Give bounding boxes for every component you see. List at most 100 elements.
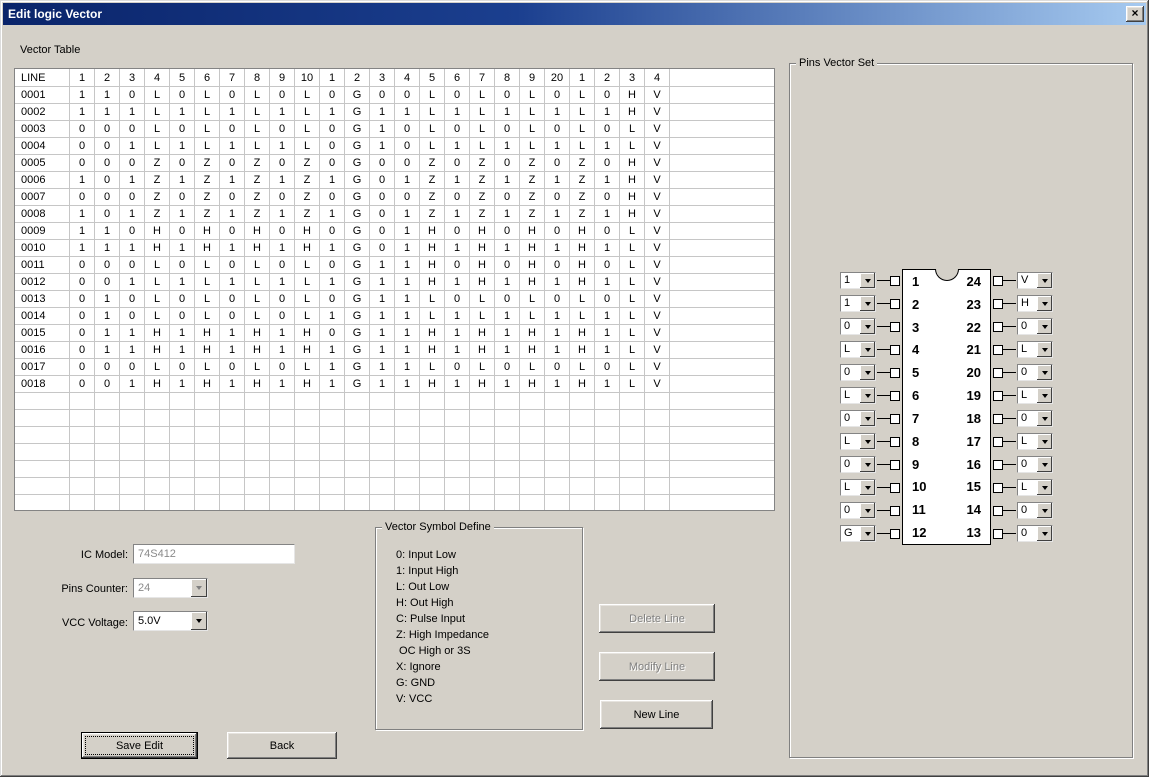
vector-cell[interactable]: H xyxy=(620,189,645,206)
chevron-down-icon[interactable] xyxy=(191,612,207,630)
vector-cell[interactable]: H xyxy=(520,274,545,291)
vector-cell[interactable]: 0 xyxy=(170,87,195,104)
empty-table-row[interactable] xyxy=(15,410,774,427)
vector-cell[interactable]: H xyxy=(195,342,220,359)
vector-cell[interactable]: 0 xyxy=(220,308,245,325)
table-row[interactable]: 0015011H1H1H1H0G11H1H1H1H1LV xyxy=(15,325,774,342)
vector-cell[interactable]: 1 xyxy=(595,274,620,291)
vector-cell[interactable]: 1 xyxy=(70,104,95,121)
vector-cell[interactable]: 0 xyxy=(595,257,620,274)
vector-cell[interactable]: H xyxy=(570,240,595,257)
pin-combobox-right[interactable]: V xyxy=(1017,272,1053,289)
vector-table-body[interactable]: 0001110L0L0L0L0G00L0L0L0L0HV0002111L1L1L… xyxy=(15,87,774,512)
vector-cell[interactable]: 0 xyxy=(370,206,395,223)
vector-cell[interactable]: 1 xyxy=(545,172,570,189)
vector-cell[interactable]: G xyxy=(345,206,370,223)
vector-cell[interactable]: H xyxy=(420,325,445,342)
vector-cell[interactable]: 0 xyxy=(370,189,395,206)
chevron-down-icon[interactable] xyxy=(860,296,875,311)
vector-cell[interactable]: 1 xyxy=(270,240,295,257)
vector-cell[interactable]: L xyxy=(470,308,495,325)
vector-cell[interactable]: 1 xyxy=(545,376,570,393)
vector-cell[interactable]: H xyxy=(420,274,445,291)
vector-cell[interactable]: H xyxy=(570,376,595,393)
vector-cell[interactable]: 1 xyxy=(95,325,120,342)
vector-cell[interactable]: L xyxy=(470,138,495,155)
vector-cell[interactable]: L xyxy=(570,359,595,376)
pin-combobox-right[interactable]: 0 xyxy=(1017,525,1053,542)
vector-cell[interactable]: 1 xyxy=(495,240,520,257)
vector-cell[interactable]: 1 xyxy=(120,274,145,291)
vector-cell[interactable]: H xyxy=(295,223,320,240)
vector-cell[interactable]: H xyxy=(470,342,495,359)
vector-cell[interactable]: V xyxy=(645,121,670,138)
vector-cell[interactable]: 1 xyxy=(120,172,145,189)
pin-combobox-left[interactable]: L xyxy=(840,433,876,450)
vector-cell[interactable]: 1 xyxy=(370,121,395,138)
vector-cell[interactable]: 0 xyxy=(220,87,245,104)
vector-cell[interactable]: Z xyxy=(295,189,320,206)
vector-cell[interactable]: H xyxy=(245,240,270,257)
vector-cell[interactable]: H xyxy=(570,274,595,291)
vector-cell[interactable]: 0 xyxy=(320,257,345,274)
vector-cell[interactable]: 0 xyxy=(270,121,295,138)
vector-cell[interactable]: 0 xyxy=(170,223,195,240)
vector-cell[interactable]: 1 xyxy=(120,104,145,121)
vector-cell[interactable]: 0 xyxy=(270,257,295,274)
vector-cell[interactable]: G xyxy=(345,172,370,189)
vector-cell[interactable]: H xyxy=(570,257,595,274)
vector-cell[interactable]: Z xyxy=(570,189,595,206)
chevron-down-icon[interactable] xyxy=(1037,526,1052,541)
vector-cell[interactable]: L xyxy=(145,291,170,308)
vector-cell[interactable]: 0 xyxy=(270,155,295,172)
table-row[interactable]: 0002111L1L1L1L1G11L1L1L1L1HV xyxy=(15,104,774,121)
save-edit-button[interactable]: Save Edit xyxy=(81,732,198,759)
vector-cell[interactable]: 0 xyxy=(170,308,195,325)
vector-cell[interactable]: 0 xyxy=(70,121,95,138)
vector-cell[interactable]: 1 xyxy=(545,206,570,223)
vector-cell[interactable]: L xyxy=(520,291,545,308)
pin-combobox-left[interactable]: G xyxy=(840,525,876,542)
vector-cell[interactable]: L xyxy=(570,121,595,138)
vector-cell[interactable]: L xyxy=(145,138,170,155)
vector-cell[interactable]: H xyxy=(570,223,595,240)
chevron-down-icon[interactable] xyxy=(1037,480,1052,495)
vector-cell[interactable]: 0 xyxy=(545,121,570,138)
vector-cell[interactable]: 1 xyxy=(70,223,95,240)
vector-cell[interactable]: H xyxy=(520,325,545,342)
pin-combobox-left[interactable]: 1 xyxy=(840,295,876,312)
vector-cell[interactable]: 1 xyxy=(395,240,420,257)
vector-cell[interactable]: 1 xyxy=(495,376,520,393)
vector-cell[interactable]: 0 xyxy=(595,223,620,240)
vector-cell[interactable]: L xyxy=(145,87,170,104)
vector-cell[interactable]: 0 xyxy=(120,121,145,138)
vector-cell[interactable]: Z xyxy=(245,155,270,172)
vector-cell[interactable]: 1 xyxy=(395,342,420,359)
vector-cell[interactable]: 1 xyxy=(545,308,570,325)
vector-cell[interactable]: 1 xyxy=(95,342,120,359)
vcc-voltage-combobox[interactable]: 5.0V xyxy=(133,611,208,631)
vector-cell[interactable]: 0 xyxy=(220,189,245,206)
vector-cell[interactable]: H xyxy=(195,325,220,342)
pin-combobox-right[interactable]: 0 xyxy=(1017,410,1053,427)
vector-cell[interactable]: L xyxy=(295,359,320,376)
vector-cell[interactable]: H xyxy=(245,223,270,240)
vector-cell[interactable]: 1 xyxy=(170,206,195,223)
vector-cell[interactable]: L xyxy=(620,291,645,308)
vector-cell[interactable]: H xyxy=(295,325,320,342)
vector-cell[interactable]: 1 xyxy=(445,376,470,393)
pin-combobox-left[interactable]: L xyxy=(840,341,876,358)
vector-cell[interactable]: H xyxy=(295,342,320,359)
vector-cell[interactable]: 1 xyxy=(370,291,395,308)
table-row[interactable]: 0009110H0H0H0H0G01H0H0H0H0LV xyxy=(15,223,774,240)
vector-cell[interactable]: 0 xyxy=(320,325,345,342)
vector-cell[interactable]: V xyxy=(645,223,670,240)
vector-cell[interactable]: 1 xyxy=(220,104,245,121)
vector-cell[interactable]: L xyxy=(295,87,320,104)
vector-cell[interactable]: L xyxy=(620,274,645,291)
vector-cell[interactable]: V xyxy=(645,342,670,359)
pin-combobox-right[interactable]: L xyxy=(1017,387,1053,404)
vector-cell[interactable]: 1 xyxy=(170,240,195,257)
vector-cell[interactable]: Z xyxy=(570,172,595,189)
vector-cell[interactable]: 0 xyxy=(70,291,95,308)
